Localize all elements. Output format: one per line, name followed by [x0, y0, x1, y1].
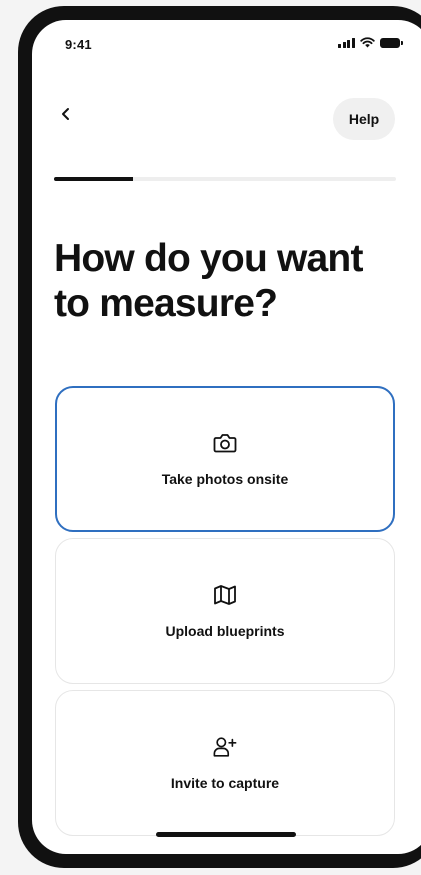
option-label: Upload blueprints — [165, 623, 285, 639]
user-plus-icon — [213, 735, 237, 759]
phone-frame: 9:41 Help How do you want to measure? Ta… — [18, 6, 421, 868]
option-label: Invite to capture — [170, 775, 280, 791]
app-screen: 9:41 Help How do you want to measure? Ta… — [32, 20, 421, 854]
option-take-photos-onsite[interactable]: Take photos onsite — [55, 386, 395, 532]
status-bar: 9:41 — [32, 20, 421, 64]
progress-fill — [54, 177, 133, 181]
map-icon — [213, 583, 237, 607]
status-icons — [338, 37, 403, 48]
home-indicator — [156, 832, 296, 837]
option-upload-blueprints[interactable]: Upload blueprints — [55, 538, 395, 684]
back-button[interactable] — [54, 102, 78, 126]
help-button[interactable]: Help — [333, 98, 395, 140]
chevron-left-icon — [62, 108, 69, 120]
progress-bar — [54, 177, 396, 181]
option-invite-to-capture[interactable]: Invite to capture — [55, 690, 395, 836]
page-title-line-1: How do you want — [54, 237, 363, 280]
wifi-icon — [359, 37, 375, 48]
battery-icon — [379, 37, 403, 48]
status-time: 9:41 — [65, 37, 92, 52]
page-title: How do you want to measure? — [54, 236, 404, 326]
cellular-signal-icon — [338, 37, 355, 48]
camera-icon — [213, 431, 237, 455]
option-label: Take photos onsite — [161, 471, 289, 487]
page-title-line-2: to measure? — [54, 282, 278, 325]
